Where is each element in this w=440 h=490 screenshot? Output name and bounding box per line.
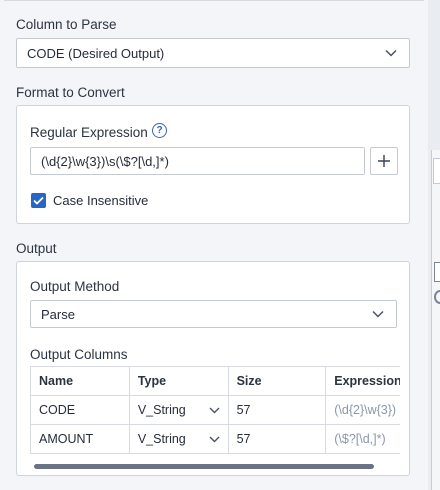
plus-icon — [378, 155, 390, 167]
cell-size[interactable]: 57 — [227, 424, 327, 454]
side-panel-tool-icon[interactable] — [434, 262, 440, 282]
panel-top-divider — [4, 0, 424, 1]
help-icon[interactable]: ? — [152, 123, 167, 138]
cell-name[interactable]: CODE — [30, 395, 130, 425]
format-to-convert-group: Regular Expression ? (\d{2}\w{3})\s(\$?[… — [16, 105, 410, 224]
side-panel-edge — [431, 150, 440, 490]
regular-expression-label: Regular Expression — [30, 125, 148, 140]
cell-size[interactable]: 57 — [227, 395, 327, 425]
output-columns-table: Name Type Size Expression CODE V_String … — [30, 366, 400, 454]
configuration-panel: Column to Parse CODE (Desired Output) Fo… — [0, 0, 428, 490]
table-row: CODE V_String 57 (\d{2}\w{3}) — [30, 395, 400, 425]
chevron-down-icon — [372, 310, 384, 318]
cell-expression: (\$?[\d,]*) — [325, 424, 400, 454]
output-method-select[interactable]: Parse — [30, 300, 397, 328]
horizontal-scrollbar[interactable] — [34, 464, 374, 469]
case-insensitive-label: Case Insensitive — [53, 193, 149, 208]
chevron-down-icon — [209, 436, 220, 443]
cell-expression: (\d{2}\w{3}) — [325, 395, 400, 425]
column-to-parse-select[interactable]: CODE (Desired Output) — [16, 38, 410, 68]
output-label: Output — [16, 241, 57, 256]
table-header-row: Name Type Size Expression — [30, 366, 400, 396]
regular-expression-input[interactable]: (\d{2}\w{3})\s(\$?[\d,]*) — [30, 147, 365, 175]
chevron-down-icon — [385, 49, 397, 57]
cell-type-select[interactable]: V_String — [128, 395, 229, 425]
cell-name[interactable]: AMOUNT — [30, 424, 130, 454]
side-panel-circle-icon[interactable] — [434, 290, 440, 304]
column-to-parse-label: Column to Parse — [16, 17, 117, 32]
regular-expression-value: (\d{2}\w{3})\s(\$?[\d,]*) — [41, 153, 169, 169]
help-symbol: ? — [156, 125, 163, 136]
output-method-label: Output Method — [30, 279, 120, 294]
table-row: AMOUNT V_String 57 (\$?[\d,]*) — [30, 424, 400, 454]
header-name[interactable]: Name — [30, 366, 130, 396]
cell-type-select[interactable]: V_String — [128, 424, 229, 454]
side-panel-input[interactable] — [433, 158, 440, 184]
case-insensitive-checkbox[interactable] — [31, 193, 46, 208]
cell-type-value: V_String — [137, 432, 186, 446]
column-to-parse-value: CODE (Desired Output) — [27, 45, 165, 61]
output-columns-grid: Name Type Size Expression CODE V_String … — [30, 366, 400, 464]
header-type[interactable]: Type — [128, 366, 229, 396]
format-to-convert-label: Format to Convert — [16, 85, 125, 100]
output-group: Output Method Parse Output Columns Name … — [16, 261, 410, 476]
checkmark-icon — [33, 196, 44, 205]
cell-type-value: V_String — [137, 403, 186, 417]
output-method-value: Parse — [41, 306, 75, 322]
chevron-down-icon — [209, 407, 220, 414]
add-expression-button[interactable] — [370, 147, 398, 175]
header-size[interactable]: Size — [227, 366, 327, 396]
output-columns-label: Output Columns — [30, 347, 128, 362]
header-expression[interactable]: Expression — [325, 366, 400, 396]
